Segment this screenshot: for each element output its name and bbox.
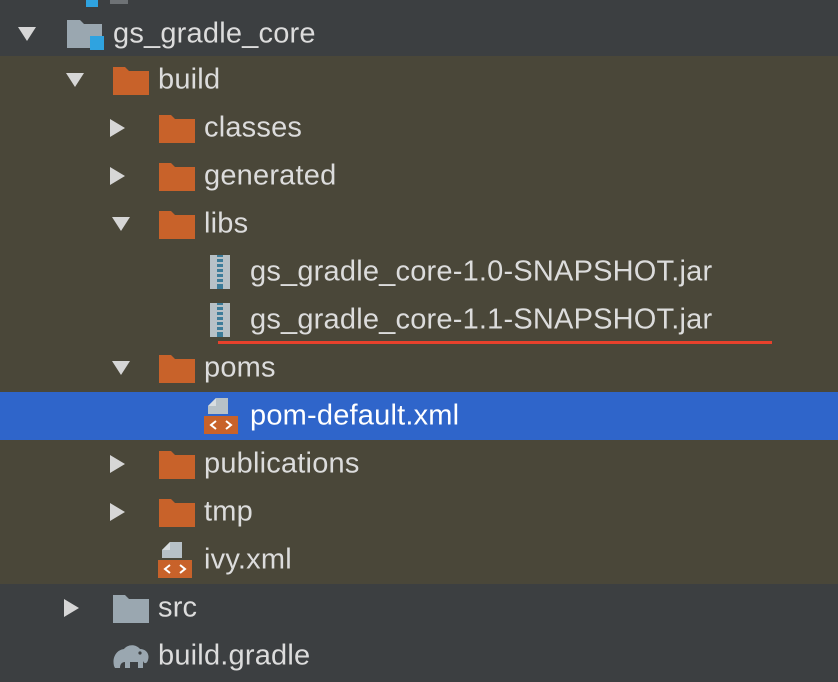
tree-item-label: gs_gradle_core-1.1-SNAPSHOT.jar	[250, 303, 713, 336]
tree-item-gs-gradle-core[interactable]: gs_gradle_core	[0, 10, 838, 58]
collapse-arrow-icon[interactable]	[110, 167, 125, 185]
collapse-arrow-icon[interactable]	[64, 599, 79, 617]
clipped-file-icon	[86, 0, 128, 7]
tree-item-label: ivy.xml	[204, 543, 292, 576]
tree-item-label: src	[158, 591, 198, 624]
collapse-arrow-icon[interactable]	[110, 119, 125, 137]
tree-item-label: publications	[204, 447, 360, 480]
tree-item-label: classes	[204, 111, 303, 144]
tree-item-label: gs_gradle_core-1.0-SNAPSHOT.jar	[250, 255, 713, 288]
excluded-folder-icon	[159, 355, 195, 383]
tree-item-label: generated	[204, 159, 337, 192]
expand-arrow-icon[interactable]	[112, 217, 130, 231]
tree-item-jar-1-1[interactable]: gs_gradle_core-1.1-SNAPSHOT.jar	[0, 296, 838, 344]
excluded-folder-icon	[159, 451, 195, 479]
tree-item-poms[interactable]: poms	[0, 344, 838, 392]
tree-item-libs[interactable]: libs	[0, 200, 838, 248]
tree-item-build[interactable]: build	[0, 56, 838, 104]
xml-file-icon	[204, 398, 238, 434]
folder-icon	[113, 595, 149, 623]
tree-item-classes[interactable]: classes	[0, 104, 838, 152]
tree-item-ivy-xml[interactable]: ivy.xml	[0, 536, 838, 584]
excluded-folder-icon	[159, 115, 195, 143]
tree-item-label: libs	[204, 207, 249, 240]
tree-item-label: build.gradle	[158, 639, 311, 672]
expand-arrow-icon[interactable]	[112, 361, 130, 375]
tree-item-label: build	[158, 63, 221, 96]
excluded-folder-icon	[113, 67, 149, 95]
tree-item-generated[interactable]: generated	[0, 152, 838, 200]
gradle-elephant-icon	[113, 645, 149, 668]
jar-archive-icon	[210, 255, 230, 289]
excluded-folder-icon	[159, 211, 195, 239]
collapse-arrow-icon[interactable]	[110, 455, 125, 473]
clipped-row	[0, 0, 838, 10]
collapse-arrow-icon[interactable]	[110, 503, 125, 521]
module-folder-icon	[67, 20, 104, 50]
excluded-folder-icon	[159, 499, 195, 527]
jar-archive-icon	[210, 303, 230, 337]
xml-file-icon	[158, 542, 192, 578]
project-tree: gs_gradle_core build classes generated l…	[0, 0, 838, 682]
tree-item-src[interactable]: src	[0, 584, 838, 632]
tree-item-pom-default[interactable]: pom-default.xml	[0, 392, 838, 440]
tree-item-tmp[interactable]: tmp	[0, 488, 838, 536]
expand-arrow-icon[interactable]	[66, 73, 84, 87]
tree-item-label: poms	[204, 351, 276, 384]
tree-item-label: gs_gradle_core	[113, 17, 316, 50]
tree-item-jar-1-0[interactable]: gs_gradle_core-1.0-SNAPSHOT.jar	[0, 248, 838, 296]
tree-item-label: pom-default.xml	[250, 399, 460, 432]
expand-arrow-icon[interactable]	[18, 27, 36, 41]
tree-item-publications[interactable]: publications	[0, 440, 838, 488]
tree-item-build-gradle[interactable]: build.gradle	[0, 632, 838, 680]
tree-item-label: tmp	[204, 495, 253, 528]
excluded-folder-icon	[159, 163, 195, 191]
